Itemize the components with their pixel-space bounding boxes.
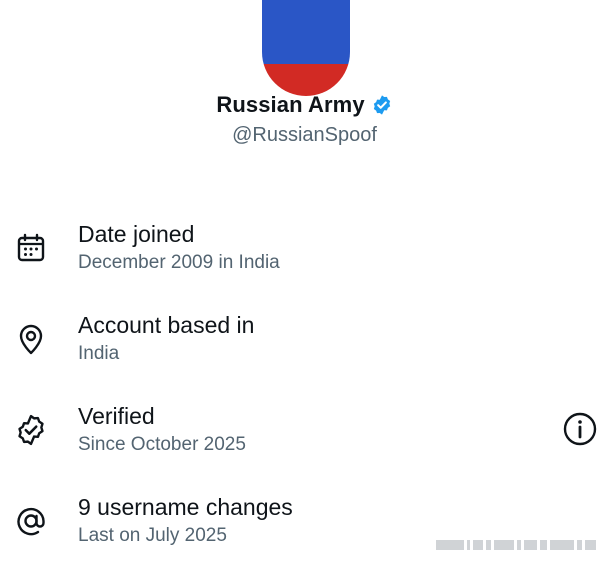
verified-badge-outline-icon: [14, 413, 48, 447]
about-row-subtitle: December 2009 in India: [78, 252, 280, 273]
about-row-title: Verified: [78, 403, 155, 429]
calendar-icon: [14, 231, 48, 265]
avatar[interactable]: [262, 0, 350, 96]
at-sign-icon: [14, 504, 48, 538]
profile-name-row: Russian Army: [0, 92, 609, 118]
about-row-title: 9 username changes: [78, 494, 293, 520]
about-row-subtitle: Last on July 2025: [78, 525, 227, 546]
info-circle-icon[interactable]: [562, 411, 598, 447]
about-row-title: Date joined: [78, 221, 195, 247]
about-row-account-based-in: Account based in India: [0, 312, 609, 372]
about-row-title: Account based in: [78, 312, 255, 338]
handle: @RussianSpoof: [232, 124, 377, 146]
about-row-subtitle: Since October 2025: [78, 434, 246, 455]
location-pin-icon: [14, 322, 48, 356]
display-name: Russian Army: [216, 92, 365, 117]
about-row-verified: Verified Since October 2025: [0, 403, 609, 463]
about-row-date-joined: Date joined December 2009 in India: [0, 221, 609, 281]
watermark: [436, 536, 596, 554]
avatar-flag-blue-stripe: [262, 0, 350, 64]
verified-badge-icon[interactable]: [371, 94, 393, 116]
about-row-subtitle: India: [78, 343, 120, 364]
